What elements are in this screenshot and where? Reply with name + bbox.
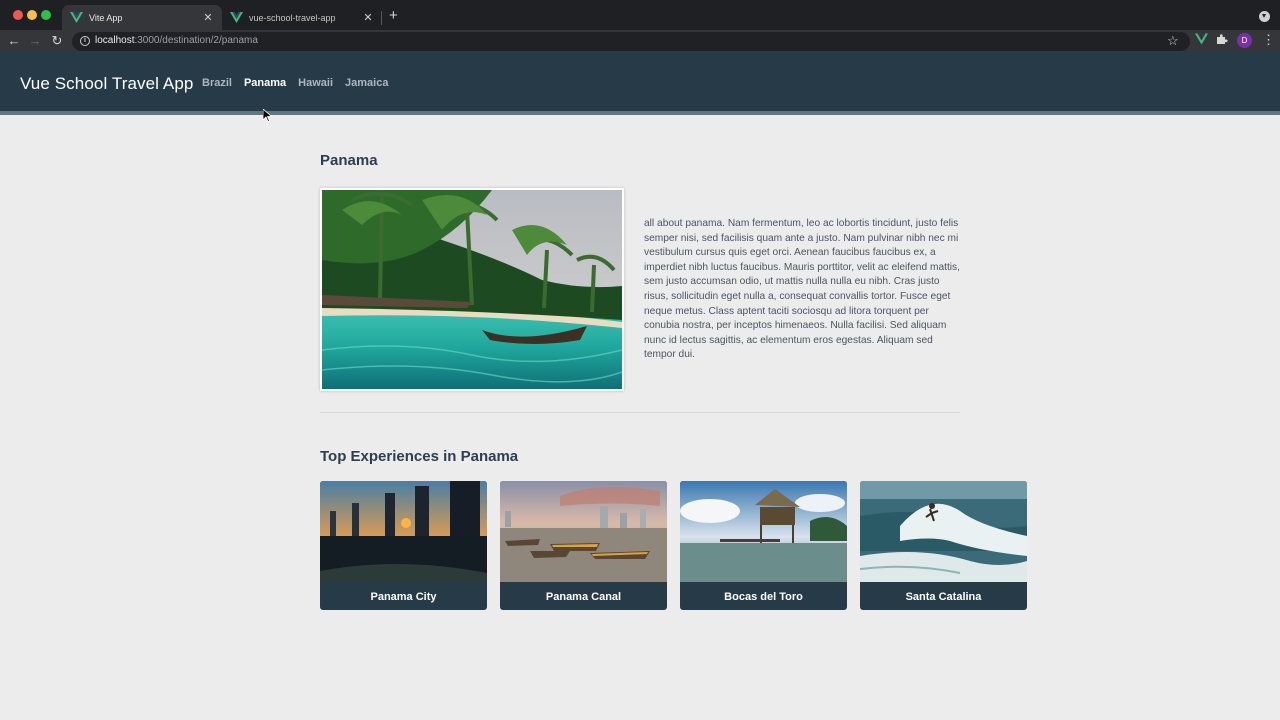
site-info-icon[interactable]: i: [80, 36, 90, 46]
tab-vite-app[interactable]: Vite App ✕: [62, 5, 222, 30]
tab-search-icon[interactable]: [1259, 11, 1270, 22]
reload-icon[interactable]: ↻: [49, 33, 65, 49]
experience-card-panama-canal[interactable]: Panama Canal: [500, 481, 667, 610]
nav-link-panama[interactable]: Panama: [244, 77, 286, 89]
tab-separator: [381, 11, 382, 25]
experiences-list: Panama City Panama Canal Bocas del Toro: [320, 481, 1027, 610]
surfing-wave-photo: [860, 481, 1027, 582]
url-path: :3000/destination/2/panama: [134, 35, 258, 46]
profile-avatar[interactable]: D: [1237, 33, 1252, 48]
experience-card-label: Panama Canal: [545, 591, 622, 603]
experience-card-bocas-del-toro[interactable]: Bocas del Toro: [680, 481, 847, 610]
city-sunset-photo: [320, 481, 487, 582]
beach-palms-photo: [322, 190, 622, 389]
app-brand-link[interactable]: Vue School Travel App: [20, 74, 193, 94]
tab-title: vue-school-travel-app: [249, 12, 336, 23]
url-host: localhost: [95, 35, 135, 46]
destination-image: [320, 188, 624, 391]
experience-card-label: Santa Catalina: [905, 591, 982, 603]
back-arrow-icon[interactable]: ←: [6, 33, 22, 49]
mouse-cursor-icon: [263, 109, 272, 122]
bookmark-star-icon[interactable]: ☆: [1167, 33, 1179, 49]
experiences-heading: Top Experiences in Panama: [320, 448, 519, 465]
harbor-boats-photo: [500, 481, 667, 582]
stilt-hut-photo: [680, 481, 847, 582]
tab-title: Vite App: [89, 12, 123, 23]
close-tab-icon[interactable]: ✕: [202, 11, 214, 24]
vue-logo-icon: [70, 12, 83, 23]
app-navbar: Vue School Travel App Brazil Panama Hawa…: [0, 52, 1280, 115]
nav-link-brazil[interactable]: Brazil: [202, 77, 232, 89]
experience-card-panama-city[interactable]: Panama City: [320, 481, 487, 610]
new-tab-button[interactable]: +: [389, 7, 398, 25]
vue-devtools-icon[interactable]: [1195, 33, 1208, 45]
vue-logo-icon: [230, 12, 243, 23]
experience-card-label: Panama City: [370, 591, 437, 603]
url-text[interactable]: localhost:3000/destination/2/panama: [95, 35, 258, 46]
maximize-window-button[interactable]: [41, 10, 51, 20]
browser-tab-strip: Vite App ✕ vue-school-travel-app ✕ +: [0, 0, 1280, 30]
destination-content: Panama all about panama. Nam fermentum, …: [320, 152, 960, 465]
minimize-window-button[interactable]: [27, 10, 37, 20]
extensions-puzzle-icon[interactable]: [1216, 33, 1228, 45]
address-bar[interactable]: i localhost:3000/destination/2/panama ☆: [72, 32, 1190, 51]
tab-vue-school-travel-app[interactable]: vue-school-travel-app ✕: [222, 5, 382, 30]
browser-menu-icon[interactable]: ⋮: [1262, 32, 1275, 48]
browser-toolbar: ← → ↻ i localhost:3000/destination/2/pan…: [0, 30, 1280, 52]
close-window-button[interactable]: [13, 10, 23, 20]
experience-card-label: Bocas del Toro: [724, 591, 803, 603]
experience-card-santa-catalina[interactable]: Santa Catalina: [860, 481, 1027, 610]
section-divider: [320, 412, 960, 413]
forward-arrow-icon[interactable]: →: [27, 33, 43, 49]
nav-link-hawaii[interactable]: Hawaii: [298, 77, 333, 89]
destination-nav: Brazil Panama Hawaii Jamaica: [202, 77, 388, 89]
page-title: Panama: [320, 152, 378, 169]
destination-description: all about panama. Nam fermentum, leo ac …: [644, 218, 960, 361]
close-tab-icon[interactable]: ✕: [362, 11, 374, 24]
nav-link-jamaica[interactable]: Jamaica: [345, 77, 388, 89]
